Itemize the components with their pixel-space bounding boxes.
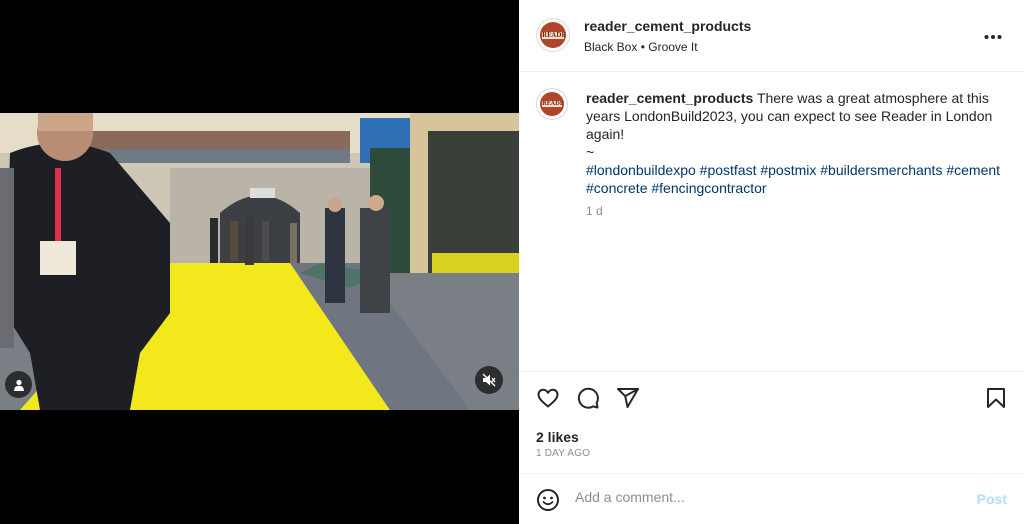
speaker-muted-icon bbox=[482, 373, 496, 387]
heart-icon bbox=[537, 388, 559, 408]
author-username[interactable]: reader_cement_products bbox=[584, 18, 751, 34]
caption-tilde: ~ bbox=[586, 144, 595, 160]
avatar-image: READER bbox=[540, 22, 566, 48]
audio-attribution[interactable]: Black Box • Groove It bbox=[584, 40, 698, 54]
share-icon bbox=[617, 388, 639, 408]
post-caption: reader_cement_products There was a great… bbox=[586, 89, 1006, 197]
comment-input[interactable] bbox=[575, 489, 955, 505]
tagged-user-button[interactable] bbox=[5, 371, 32, 398]
caption-hashtags[interactable]: #londonbuildexpo #postfast #postmix #bui… bbox=[586, 161, 1006, 197]
emoji-icon bbox=[537, 489, 559, 511]
save-button[interactable] bbox=[984, 386, 1008, 415]
avatar-image: READER bbox=[540, 92, 564, 116]
video-frame bbox=[0, 113, 519, 410]
post-video[interactable] bbox=[0, 113, 519, 410]
audio-track: Groove It bbox=[648, 40, 698, 54]
media-panel bbox=[0, 0, 519, 524]
caption-avatar[interactable]: READER bbox=[536, 88, 568, 120]
more-horizontal-icon bbox=[984, 35, 1002, 39]
share-button[interactable] bbox=[616, 386, 640, 415]
post-header: READER reader_cement_products Black Box … bbox=[519, 0, 1024, 72]
caption-section: READER reader_cement_products There was … bbox=[519, 72, 1024, 372]
like-button[interactable] bbox=[536, 386, 560, 415]
likes-count[interactable]: 2 likes bbox=[536, 429, 579, 445]
comment-icon bbox=[577, 387, 599, 409]
caption-time[interactable]: 1 d bbox=[586, 204, 603, 218]
action-bar bbox=[519, 372, 1024, 422]
more-options-button[interactable] bbox=[984, 30, 1002, 40]
emoji-button[interactable] bbox=[536, 488, 560, 517]
author-avatar[interactable]: READER bbox=[536, 18, 570, 52]
audio-separator: • bbox=[640, 40, 645, 54]
post-comment-button[interactable]: Post bbox=[977, 491, 1007, 507]
instagram-post-modal: READER reader_cement_products Black Box … bbox=[0, 0, 1024, 524]
comment-button[interactable] bbox=[576, 386, 600, 415]
mute-toggle-button[interactable] bbox=[475, 366, 503, 394]
avatar-logo: READER bbox=[542, 101, 564, 108]
audio-artist: Black Box bbox=[584, 40, 638, 54]
post-details-panel: READER reader_cement_products Black Box … bbox=[519, 0, 1024, 524]
comment-bar: Post bbox=[519, 473, 1024, 524]
caption-username[interactable]: reader_cement_products bbox=[586, 90, 753, 106]
bookmark-icon bbox=[987, 388, 1005, 408]
post-date[interactable]: 1 DAY AGO bbox=[536, 448, 590, 459]
avatar-logo: READER bbox=[542, 31, 566, 39]
user-tag-icon bbox=[13, 379, 24, 391]
